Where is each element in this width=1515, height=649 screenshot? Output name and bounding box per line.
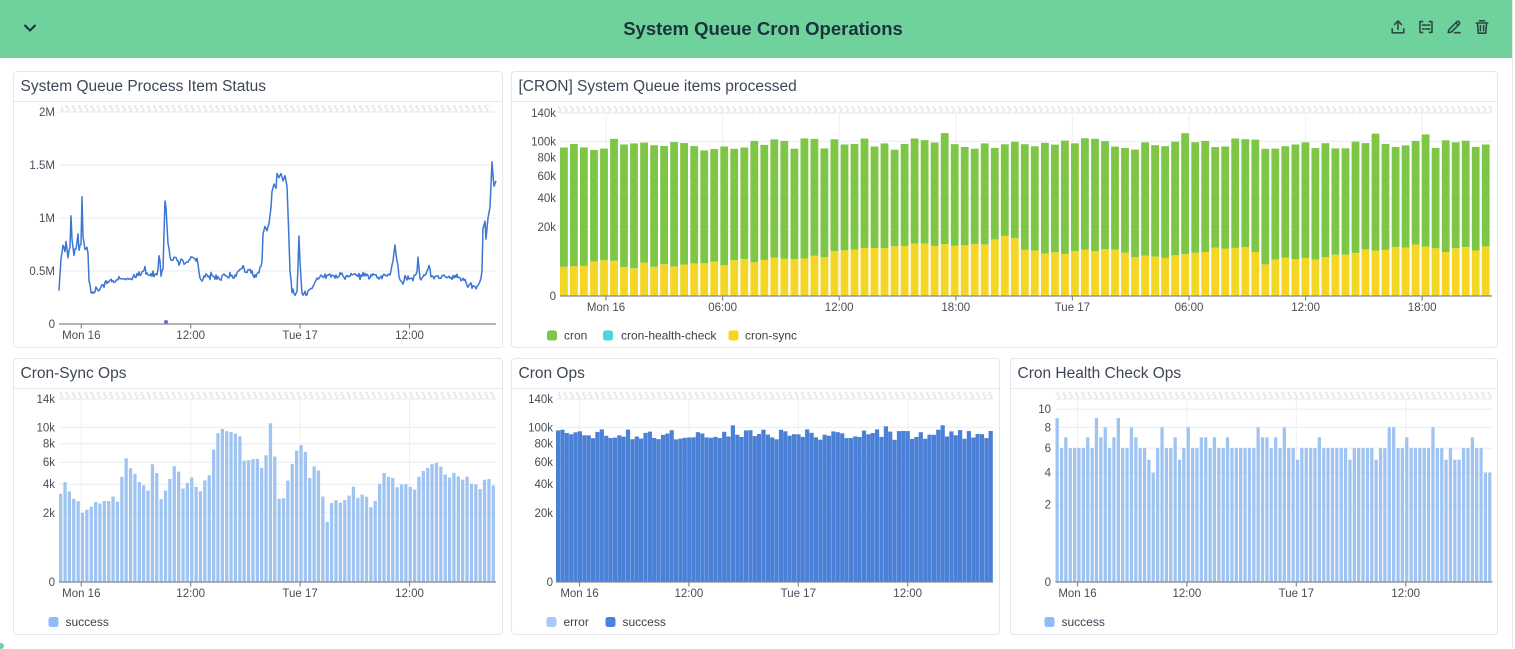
- svg-text:10k: 10k: [36, 422, 55, 434]
- svg-text:20k: 20k: [537, 221, 556, 233]
- svg-text:8k: 8k: [42, 438, 54, 450]
- svg-text:18:00: 18:00: [1407, 302, 1436, 314]
- svg-text:Tue 17: Tue 17: [780, 588, 815, 600]
- svg-text:0.5M: 0.5M: [29, 266, 55, 278]
- svg-text:cron-health-check: cron-health-check: [621, 328, 717, 342]
- svg-text:2k: 2k: [42, 507, 54, 519]
- svg-text:Mon 16: Mon 16: [62, 588, 100, 600]
- svg-text:10: 10: [1038, 404, 1051, 416]
- svg-text:60k: 60k: [534, 457, 553, 469]
- svg-text:100k: 100k: [528, 422, 553, 434]
- svg-text:6k: 6k: [42, 457, 54, 469]
- svg-text:14k: 14k: [36, 394, 55, 406]
- svg-text:Tue 17: Tue 17: [282, 330, 317, 342]
- svg-text:12:00: 12:00: [176, 330, 205, 342]
- svg-text:12:00: 12:00: [395, 588, 424, 600]
- svg-text:error: error: [563, 615, 588, 629]
- svg-text:success: success: [65, 615, 108, 629]
- svg-text:40k: 40k: [537, 193, 556, 205]
- svg-text:0: 0: [549, 291, 555, 303]
- svg-text:80k: 80k: [537, 152, 556, 164]
- svg-text:06:00: 06:00: [708, 302, 737, 314]
- svg-text:4k: 4k: [42, 479, 54, 491]
- svg-text:20k: 20k: [534, 507, 553, 519]
- svg-text:success: success: [622, 615, 665, 629]
- svg-text:Mon 16: Mon 16: [560, 588, 598, 600]
- svg-text:140k: 140k: [531, 108, 556, 120]
- svg-text:Mon 16: Mon 16: [1058, 588, 1096, 600]
- svg-text:2M: 2M: [39, 107, 55, 119]
- svg-text:0: 0: [48, 319, 54, 331]
- svg-text:cron: cron: [564, 328, 587, 342]
- svg-text:80k: 80k: [534, 438, 553, 450]
- svg-text:0: 0: [48, 577, 54, 589]
- svg-text:12:00: 12:00: [395, 330, 424, 342]
- svg-text:0: 0: [546, 577, 552, 589]
- svg-text:Tue 17: Tue 17: [282, 588, 317, 600]
- svg-text:2: 2: [1044, 499, 1050, 511]
- svg-text:06:00: 06:00: [1174, 302, 1203, 314]
- svg-text:Tue 17: Tue 17: [1054, 302, 1089, 314]
- svg-text:12:00: 12:00: [824, 302, 853, 314]
- svg-text:1.5M: 1.5M: [29, 160, 55, 172]
- svg-text:6: 6: [1044, 443, 1050, 455]
- svg-text:60k: 60k: [537, 171, 556, 183]
- svg-text:8: 8: [1044, 422, 1050, 434]
- svg-text:Mon 16: Mon 16: [586, 302, 624, 314]
- svg-text:12:00: 12:00: [893, 588, 922, 600]
- svg-text:12:00: 12:00: [176, 588, 205, 600]
- svg-text:cron-sync: cron-sync: [745, 328, 797, 342]
- svg-text:12:00: 12:00: [1172, 588, 1201, 600]
- svg-text:4: 4: [1044, 467, 1051, 479]
- svg-text:1M: 1M: [39, 213, 55, 225]
- svg-text:100k: 100k: [531, 136, 556, 148]
- svg-text:Mon 16: Mon 16: [62, 330, 100, 342]
- svg-text:12:00: 12:00: [1391, 588, 1420, 600]
- svg-text:Tue 17: Tue 17: [1278, 588, 1313, 600]
- svg-text:140k: 140k: [528, 394, 553, 406]
- svg-text:12:00: 12:00: [1291, 302, 1320, 314]
- svg-text:40k: 40k: [534, 479, 553, 491]
- svg-text:12:00: 12:00: [674, 588, 703, 600]
- svg-text:0: 0: [1044, 577, 1050, 589]
- svg-text:18:00: 18:00: [941, 302, 970, 314]
- svg-text:success: success: [1061, 615, 1104, 629]
